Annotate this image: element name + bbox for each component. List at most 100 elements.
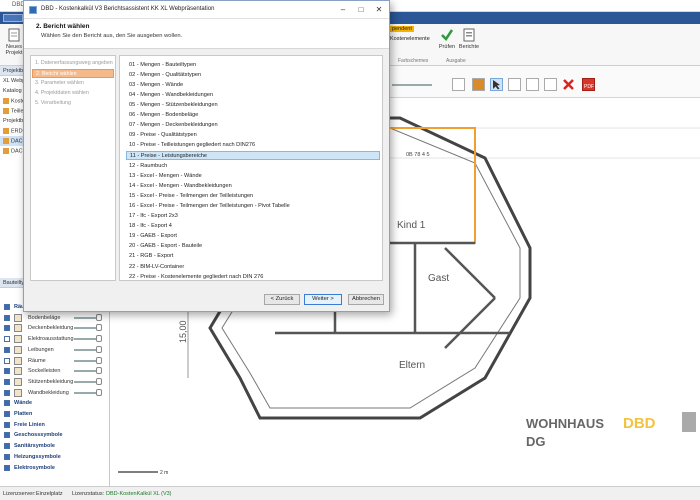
logo-text: DBD xyxy=(623,415,656,432)
new-project-button[interactable]: Neues Projekt xyxy=(3,28,25,56)
report-item[interactable]: 22 - Preise - Kostenelemente gegliedert … xyxy=(126,272,380,282)
layer-row[interactable]: Bodenbeläge xyxy=(0,313,110,323)
layer-label: Platten xyxy=(14,411,33,417)
ribbon-group-label-2: Ausgabe xyxy=(446,58,466,64)
layer-row[interactable]: Platten xyxy=(0,409,110,419)
toolbar-slider[interactable] xyxy=(392,84,432,86)
reports-button[interactable]: Berichte xyxy=(458,28,480,50)
report-item[interactable]: 07 - Mengen - Deckenbekleidungen xyxy=(126,121,380,131)
report-item[interactable]: 06 - Mengen - Bodenbeläge xyxy=(126,111,380,121)
pointer-icon[interactable] xyxy=(490,78,503,91)
layer-row[interactable]: Wände xyxy=(0,398,110,408)
close-button[interactable]: ✕ xyxy=(371,4,387,15)
layer-row[interactable]: Wandbekleidung xyxy=(0,388,110,398)
wizard-step: 5. Verarbeitung xyxy=(35,100,71,106)
report-item[interactable]: 01 - Mengen - Bauteiltypen xyxy=(126,60,380,70)
layer-label: Räume xyxy=(28,357,46,364)
layer-row[interactable]: Sockelleisten xyxy=(0,366,110,376)
dialog-heading: 2. Bericht wählen xyxy=(36,23,90,30)
layer-opacity-knob[interactable] xyxy=(96,313,102,321)
report-item[interactable]: 15 - Excel - Preise - Teilmengen der Tei… xyxy=(126,191,380,201)
layer-row[interactable]: Freie Linien xyxy=(0,420,110,430)
layer-type-icon xyxy=(14,345,22,354)
layer-opacity-knob[interactable] xyxy=(96,388,102,396)
layer-opacity-knob[interactable] xyxy=(96,356,102,364)
layer-checkbox[interactable] xyxy=(4,421,10,428)
texture-icon[interactable] xyxy=(472,78,485,91)
report-item[interactable]: 20 - GAEB - Export - Bauteile xyxy=(126,242,380,252)
delete-icon[interactable] xyxy=(562,78,575,91)
ribbon-elements-label[interactable]: Kostenelemente xyxy=(390,36,430,42)
layer-checkbox[interactable] xyxy=(4,378,10,385)
globe-icon[interactable] xyxy=(452,78,465,91)
layer-checkbox[interactable] xyxy=(4,357,10,364)
svg-text:PDF: PDF xyxy=(584,84,594,90)
select-rect-icon[interactable] xyxy=(508,78,521,91)
layer-row[interactable]: Sanitärsymbole xyxy=(0,441,110,451)
report-item[interactable]: 05 - Mengen - Stützenbekleidungen xyxy=(126,100,380,110)
app-menu-button[interactable] xyxy=(3,14,23,22)
report-item[interactable]: 02 - Mengen - Qualitätstypen xyxy=(126,70,380,80)
layer-label: Freie Linien xyxy=(14,421,45,428)
report-item[interactable]: 17 - Ifc - Export 2x3 xyxy=(126,212,380,222)
layer-checkbox[interactable] xyxy=(4,432,10,439)
layer-opacity-knob[interactable] xyxy=(96,377,102,385)
layer-checkbox[interactable] xyxy=(4,443,10,450)
layer-opacity-knob[interactable] xyxy=(96,367,102,375)
ribbon-highlight-label: pendent xyxy=(390,26,414,32)
layer-row[interactable]: Leibungen xyxy=(0,345,110,355)
layer-checkbox[interactable] xyxy=(4,368,10,375)
layer-checkbox[interactable] xyxy=(4,346,10,353)
status-product: DBD-KostenKalkül XL (V3) xyxy=(106,491,172,497)
layer-checkbox[interactable] xyxy=(4,314,10,321)
layer-row[interactable]: Elektroausstattung xyxy=(0,334,110,344)
report-item[interactable]: 14 - Excel - Mengen - Wandbekleidungen xyxy=(126,181,380,191)
check-button[interactable]: Prüfen xyxy=(436,28,458,50)
layer-checkbox[interactable] xyxy=(4,400,10,407)
report-item[interactable]: 11 - Preise - Leistungsbereiche xyxy=(126,150,380,161)
layer-opacity-knob[interactable] xyxy=(96,324,102,332)
select-multi-icon[interactable] xyxy=(544,78,557,91)
select-area-icon[interactable] xyxy=(526,78,539,91)
report-item[interactable]: 22 - BIM-LV-Container xyxy=(126,262,380,272)
layer-type-icon xyxy=(14,388,22,397)
plan-title: WOHNHAUS xyxy=(526,416,604,431)
layer-row[interactable]: Deckenbekleidung xyxy=(0,323,110,333)
next-button[interactable]: Weiter > xyxy=(304,294,342,305)
layer-label: Elektrosymbole xyxy=(14,464,55,471)
layer-row[interactable]: Heizungssymbole xyxy=(0,452,110,462)
report-item[interactable]: 18 - Ifc - Export 4 xyxy=(126,222,380,232)
layer-checkbox[interactable] xyxy=(4,336,10,343)
status-place: Einzelplatz xyxy=(36,491,63,497)
layer-row[interactable]: Geschosssymbole xyxy=(0,430,110,440)
report-item[interactable]: 09 - Preise - Qualitätstypen xyxy=(126,131,380,141)
report-list[interactable]: 01 - Mengen - Bauteiltypen 02 - Mengen - … xyxy=(119,55,383,281)
back-button[interactable]: < Zurück xyxy=(264,294,300,305)
report-item[interactable]: 04 - Mengen - Wandbekleidungen xyxy=(126,90,380,100)
report-item[interactable]: 16 - Excel - Preise - Teilmengen der Tei… xyxy=(126,201,380,211)
layer-checkbox[interactable] xyxy=(4,464,10,471)
dialog-body: 1. Datenerfassungsweg angeben 2. Bericht … xyxy=(24,49,389,311)
layer-opacity-knob[interactable] xyxy=(96,345,102,353)
report-item[interactable]: 03 - Mengen - Wände xyxy=(126,80,380,90)
layer-checkbox[interactable] xyxy=(4,389,10,396)
layer-opacity-knob[interactable] xyxy=(96,335,102,343)
minimize-button[interactable]: – xyxy=(335,4,351,15)
wizard-step: 1. Datenerfassungsweg angeben xyxy=(35,60,113,66)
maximize-button[interactable]: □ xyxy=(353,4,369,15)
report-item[interactable]: 13 - Excel - Mengen - Wände xyxy=(126,171,380,181)
pdf-icon[interactable]: PDF xyxy=(582,78,595,91)
report-item[interactable]: 21 - RGB - Export xyxy=(126,252,380,262)
report-item[interactable]: 12 - Raumbuch xyxy=(126,161,380,171)
report-item[interactable]: 10 - Preise - Teilleistungen gegliedert … xyxy=(126,141,380,151)
layer-label: Stützenbekleidung xyxy=(28,378,74,385)
layer-checkbox[interactable] xyxy=(4,325,10,332)
layer-row[interactable]: Elektrosymbole xyxy=(0,463,110,473)
layer-row[interactable]: Räume xyxy=(0,356,110,366)
report-item[interactable]: 19 - GAEB - Export xyxy=(126,232,380,242)
layer-checkbox[interactable] xyxy=(4,411,10,417)
layer-checkbox[interactable] xyxy=(4,304,10,310)
layer-checkbox[interactable] xyxy=(4,453,10,460)
cancel-button[interactable]: Abbrechen xyxy=(348,294,384,305)
layer-row[interactable]: Stützenbekleidung xyxy=(0,377,110,387)
